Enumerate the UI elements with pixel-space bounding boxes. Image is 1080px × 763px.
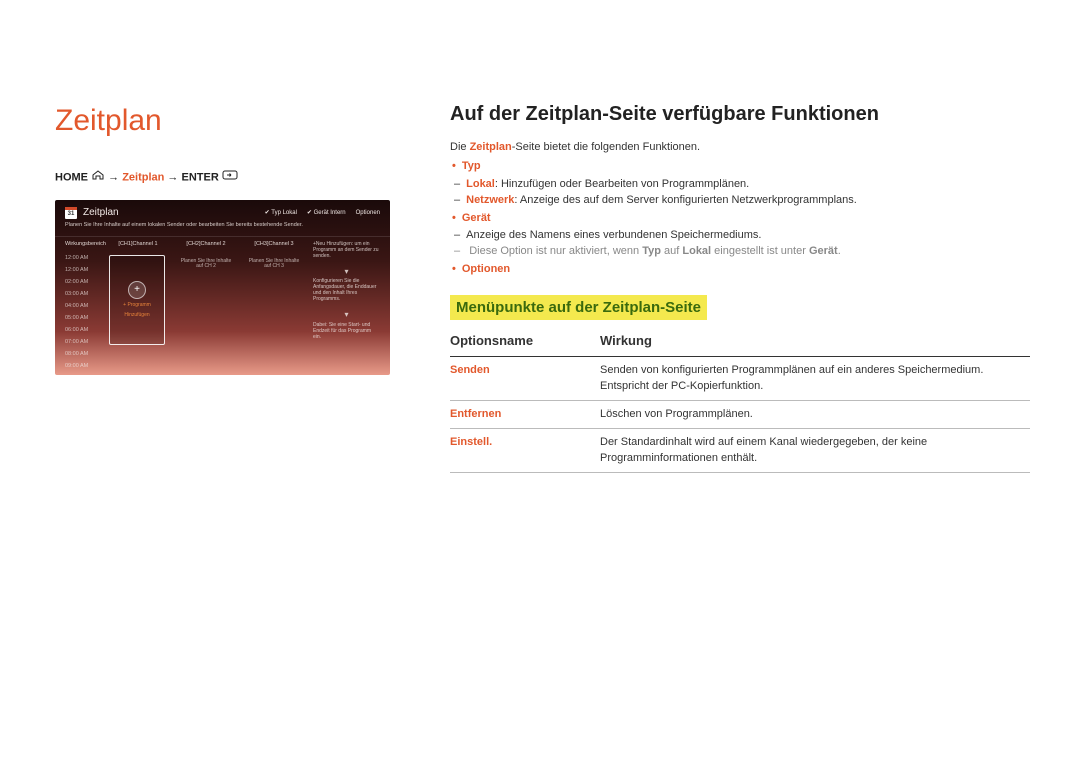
preview-time-column: Wirkungsbereich 12:00 AM 12:00 AM 02:00 …: [65, 241, 99, 375]
enter-icon: [222, 170, 238, 185]
section-title: Auf der Zeitplan-Seite verfügbare Funkti…: [450, 100, 1030, 128]
geraet-sublist: Anzeige des Namens eines verbundenen Spe…: [466, 228, 1030, 260]
calendar-day: 31: [68, 210, 75, 218]
typ-sub-lokal-accent: Lokal: [466, 178, 495, 190]
preview-ch1-head: [CH1]Channel 1: [109, 241, 167, 255]
intro-post: -Seite bietet die folgenden Funktionen.: [512, 141, 700, 153]
table-head-effect: Wirkung: [600, 328, 1030, 357]
preview-title: Zeitplan: [83, 206, 119, 220]
option-name: Einstell.: [450, 429, 600, 473]
table-row: Senden Senden von konfigurierten Program…: [450, 357, 1030, 401]
preview-channel-3: [CH3]Channel 3 Planen Sie Ihre Inhalte a…: [245, 241, 303, 375]
bullet-typ: Typ: [464, 159, 1030, 174]
option-name: Entfernen: [450, 401, 600, 429]
geraet-note-end: .: [838, 245, 841, 257]
preview-channel-1: [CH1]Channel 1 + + Programm Hinzufügen: [109, 241, 167, 375]
preview-time: 12:00 AM: [65, 255, 99, 267]
ui-screenshot-preview: 31 Zeitplan ✔ Typ Lokal ✔ Gerät Intern O…: [55, 200, 390, 375]
preview-time: 09:00 AM: [65, 363, 99, 375]
preview-card-line1: + Programm: [123, 303, 151, 309]
preview-optionen: Optionen: [356, 209, 380, 217]
preview-typ: ✔ Typ Lokal: [265, 209, 297, 217]
typ-sub-netzwerk-rest: : Anzeige des auf dem Server konfigurier…: [514, 194, 856, 206]
preview-right-info: +Neu Hinzufügen: um ein Programm an dem …: [313, 241, 380, 375]
preview-info-1: +Neu Hinzufügen: um ein Programm an dem …: [313, 241, 380, 259]
preview-header: 31 Zeitplan ✔ Typ Lokal ✔ Gerät Intern O…: [55, 200, 390, 222]
breadcrumb: HOME → Zeitplan → ENTER: [55, 170, 390, 186]
intro-accent: Zeitplan: [470, 141, 512, 153]
chevron-down-icon: ▾: [313, 310, 380, 320]
preview-time: 07:00 AM: [65, 339, 99, 351]
preview-ch3-hint: Planen Sie Ihre Inhalte auf CH 3: [245, 259, 303, 270]
geraet-sub-1: Anzeige des Namens eines verbundenen Spe…: [466, 228, 1030, 243]
function-list: Typ Lokal: Hinzufügen oder Bearbeiten vo…: [450, 159, 1030, 277]
table-head-name: Optionsname: [450, 328, 600, 357]
preview-time: 03:00 AM: [65, 291, 99, 303]
preview-ch2-hint: Planen Sie Ihre Inhalte auf CH 2: [177, 259, 235, 270]
preview-add-card: + + Programm Hinzufügen: [109, 255, 165, 345]
typ-sublist: Lokal: Hinzufügen oder Bearbeiten von Pr…: [466, 177, 1030, 209]
preview-time: 02:00 AM: [65, 279, 99, 291]
preview-time: 08:00 AM: [65, 351, 99, 363]
breadcrumb-home: HOME: [55, 172, 88, 184]
page-title: Zeitplan: [55, 100, 390, 142]
check-icon: ✔: [307, 210, 312, 216]
chevron-down-icon: ▾: [313, 267, 380, 277]
preview-grid: Wirkungsbereich 12:00 AM 12:00 AM 02:00 …: [55, 236, 390, 375]
table-row: Einstell. Der Standardinhalt wird auf ei…: [450, 429, 1030, 473]
option-effect: Der Standardinhalt wird auf einem Kanal …: [600, 429, 1030, 473]
options-table: Optionsname Wirkung Senden Senden von ko…: [450, 328, 1030, 473]
geraet-note-typ: Typ: [642, 245, 661, 257]
left-column: Zeitplan HOME → Zeitplan → ENTER 31 Zeit…: [55, 100, 390, 473]
typ-sub-netzwerk-accent: Netzwerk: [466, 194, 514, 206]
calendar-icon: 31: [65, 207, 77, 219]
page: Zeitplan HOME → Zeitplan → ENTER 31 Zeit…: [55, 100, 1030, 473]
geraet-note-mid2: eingestellt ist unter: [711, 245, 809, 257]
typ-sub-netzwerk: Netzwerk: Anzeige des auf dem Server kon…: [466, 193, 1030, 208]
preview-time: 04:00 AM: [65, 303, 99, 315]
preview-ch2-head: [CH2]Channel 2: [177, 241, 235, 255]
preview-geraet: ✔ Gerät Intern: [307, 209, 346, 217]
breadcrumb-arrow-2: →: [167, 172, 178, 184]
breadcrumb-arrow-1: →: [108, 172, 119, 184]
check-icon: ✔: [265, 210, 270, 216]
preview-top-right: ✔ Typ Lokal ✔ Gerät Intern Optionen: [265, 209, 380, 217]
sub-heading: Menüpunkte auf der Zeitplan-Seite: [450, 295, 707, 320]
preview-info-2: Konfigurieren Sie die Anfangsdauer, die …: [313, 278, 380, 302]
preview-time: 05:00 AM: [65, 315, 99, 327]
preview-info-3: Dabei: Sie eine Start- und Endzeit für d…: [313, 322, 380, 340]
home-icon: [91, 170, 105, 185]
right-column: Auf der Zeitplan-Seite verfügbare Funkti…: [450, 100, 1030, 473]
typ-sub-lokal: Lokal: Hinzufügen oder Bearbeiten von Pr…: [466, 177, 1030, 192]
geraet-note: Diese Option ist nur aktiviert, wenn Typ…: [466, 244, 1030, 259]
preview-time: 06:00 AM: [65, 327, 99, 339]
preview-ch3-head: [CH3]Channel 3: [245, 241, 303, 255]
plus-icon: +: [128, 281, 146, 299]
bullet-geraet: Gerät: [464, 211, 1030, 226]
geraet-note-mid: auf: [661, 245, 682, 257]
intro-text: Die Zeitplan-Seite bietet die folgenden …: [450, 140, 1030, 155]
intro-pre: Die: [450, 141, 470, 153]
geraet-note-pre: Diese Option ist nur aktiviert, wenn: [469, 245, 642, 257]
preview-card-line2: Hinzufügen: [124, 313, 149, 319]
breadcrumb-enter: ENTER: [181, 172, 218, 184]
preview-channel-2: [CH2]Channel 2 Planen Sie Ihre Inhalte a…: [177, 241, 235, 375]
geraet-note-lokal: Lokal: [682, 245, 711, 257]
table-row: Entfernen Löschen von Programmplänen.: [450, 401, 1030, 429]
preview-geraet-text: Gerät Intern: [314, 210, 346, 216]
option-effect: Senden von konfigurierten Programmplänen…: [600, 357, 1030, 401]
preview-typ-text: Typ Lokal: [271, 210, 297, 216]
preview-time: 12:00 AM: [65, 267, 99, 279]
option-name: Senden: [450, 357, 600, 401]
geraet-note-geraet: Gerät: [809, 245, 838, 257]
typ-sub-lokal-rest: : Hinzufügen oder Bearbeiten von Program…: [495, 178, 749, 190]
bullet-optionen: Optionen: [464, 262, 1030, 277]
breadcrumb-zeitplan: Zeitplan: [122, 172, 164, 184]
preview-subtitle: Planen Sie Ihre Inhalte auf einem lokale…: [55, 222, 390, 236]
preview-times-head: Wirkungsbereich: [65, 241, 99, 255]
option-effect: Löschen von Programmplänen.: [600, 401, 1030, 429]
